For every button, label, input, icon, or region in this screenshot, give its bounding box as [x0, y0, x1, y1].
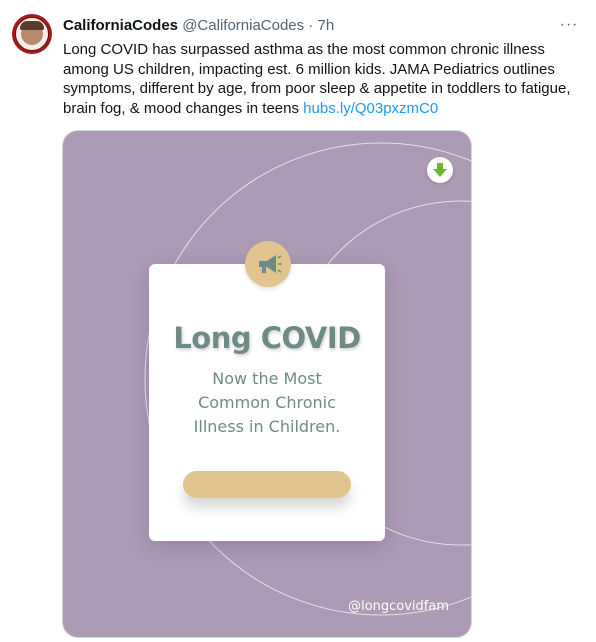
timestamp[interactable]: 7h [318, 17, 335, 34]
display-name[interactable]: CaliforniaCodes [63, 17, 178, 34]
download-arrow-icon [433, 163, 447, 177]
separator-dot: · [308, 17, 314, 34]
avatar[interactable] [12, 14, 52, 54]
tweet-image[interactable]: Long COVID Now the Most Common Chronic I… [62, 130, 472, 638]
tweet-text-line-last: brain fog, & mood changes in teens hubs.… [63, 99, 583, 119]
megaphone-icon [259, 255, 282, 273]
card-subtitle-line: Now the Most [212, 369, 322, 388]
card-subtitle-line: Illness in Children. [193, 417, 341, 436]
tweet-link[interactable]: hubs.ly/Q03pxzmC0 [303, 100, 438, 117]
tweet-text-line: brain fog, & mood changes in teens [63, 99, 299, 117]
tweet: CaliforniaCodes @CaliforniaCodes · 7h ··… [0, 0, 596, 642]
card-subtitle-line: Common Chronic [198, 393, 336, 412]
image-credit: @longcovidfam [348, 599, 449, 614]
more-options-icon[interactable]: ··· [556, 15, 582, 35]
tweet-text-line: among US children, impacting est. 6 mill… [63, 60, 555, 78]
tweet-text-line: Long COVID has surpassed asthma as the m… [63, 41, 545, 58]
card-title: Long COVID [173, 321, 361, 355]
tweet-text: Long COVID has surpassed asthma as the m… [63, 40, 583, 118]
card-accent-bar [183, 471, 351, 498]
megaphone-badge [245, 241, 291, 287]
card-subtitle: Now the Most Common Chronic Illness in C… [149, 367, 385, 439]
tweet-text-line: symptoms, different by age, from poor sl… [63, 80, 571, 97]
download-button[interactable] [427, 157, 453, 183]
tweet-header: CaliforniaCodes @CaliforniaCodes · 7h [63, 16, 334, 36]
user-handle[interactable]: @CaliforniaCodes [182, 17, 304, 34]
avatar-hat [20, 21, 44, 30]
